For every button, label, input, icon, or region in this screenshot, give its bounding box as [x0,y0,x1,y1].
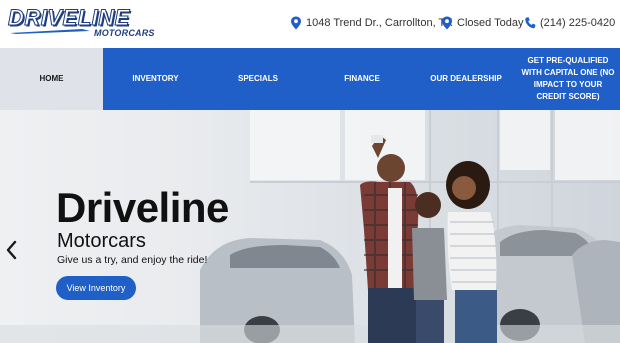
location-pin-icon [442,16,452,30]
nav-item-get-pre-qualified[interactable]: GET PRE-QUALIFIED WITH CAPITAL ONE (NO I… [516,48,620,110]
hero-tagline: Give us a try, and enjoy the ride! [57,254,208,266]
hero-banner: Driveline Motorcars Give us a try, and e… [0,110,620,343]
phone-text: (214) 225-0420 [540,17,616,29]
hours-link[interactable]: Closed Today [441,14,523,32]
logo-sub-text: MOTORCARS [94,28,155,38]
logo-swoosh [10,29,90,34]
hero-subtitle: Motorcars [57,230,146,252]
phone-link[interactable]: (214) 225-0420 [524,14,615,32]
hours-text: Closed Today [457,17,524,29]
nav-item-specials[interactable]: SPECIALS [208,48,308,110]
nav-item-home[interactable]: HOME [0,48,103,110]
address-text: 1048 Trend Dr., Carrollton, TX [306,17,453,29]
map-pin-icon [291,16,301,30]
main-nav: HOME INVENTORY SPECIALS FINANCE OUR DEAL… [0,48,620,110]
phone-icon [525,17,536,29]
logo-main-text: DRIVELINE [8,5,130,30]
nav-item-our-dealership[interactable]: OUR DEALERSHIP [416,48,516,110]
nav-item-finance[interactable]: FINANCE [308,48,416,110]
chevron-left-icon[interactable] [4,238,20,262]
view-inventory-button[interactable]: View Inventory [56,276,136,300]
header: DRIVELINE MOTORCARS 1048 Trend Dr., Carr… [0,0,620,48]
address-link[interactable]: 1048 Trend Dr., Carrollton, TX [290,14,453,32]
nav-item-inventory[interactable]: INVENTORY [103,48,208,110]
hero-title: Driveline [56,184,229,231]
logo[interactable]: DRIVELINE MOTORCARS [8,5,155,42]
